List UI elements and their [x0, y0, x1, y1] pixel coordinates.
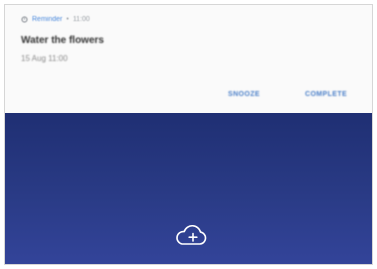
notification-header: Reminder • 11:00: [21, 16, 90, 23]
notification-time: 11:00: [72, 16, 90, 23]
notification-subtitle: 15 Aug 11:00: [21, 54, 68, 63]
cloud-add-button[interactable]: [173, 224, 209, 248]
notification-title: Water the flowers: [21, 35, 104, 46]
separator-dot: •: [66, 16, 69, 23]
complete-button[interactable]: COMPLETE: [305, 91, 347, 98]
reminder-icon: [21, 16, 28, 23]
app-name: Reminder: [32, 16, 63, 23]
cloud-add-icon: [176, 225, 207, 245]
snooze-button[interactable]: SNOOZE: [228, 91, 260, 98]
notification-card[interactable]: Reminder • 11:00 Water the flowers 15 Au…: [5, 5, 372, 113]
screen-frame: Reminder • 11:00 Water the flowers 15 Au…: [4, 4, 373, 265]
